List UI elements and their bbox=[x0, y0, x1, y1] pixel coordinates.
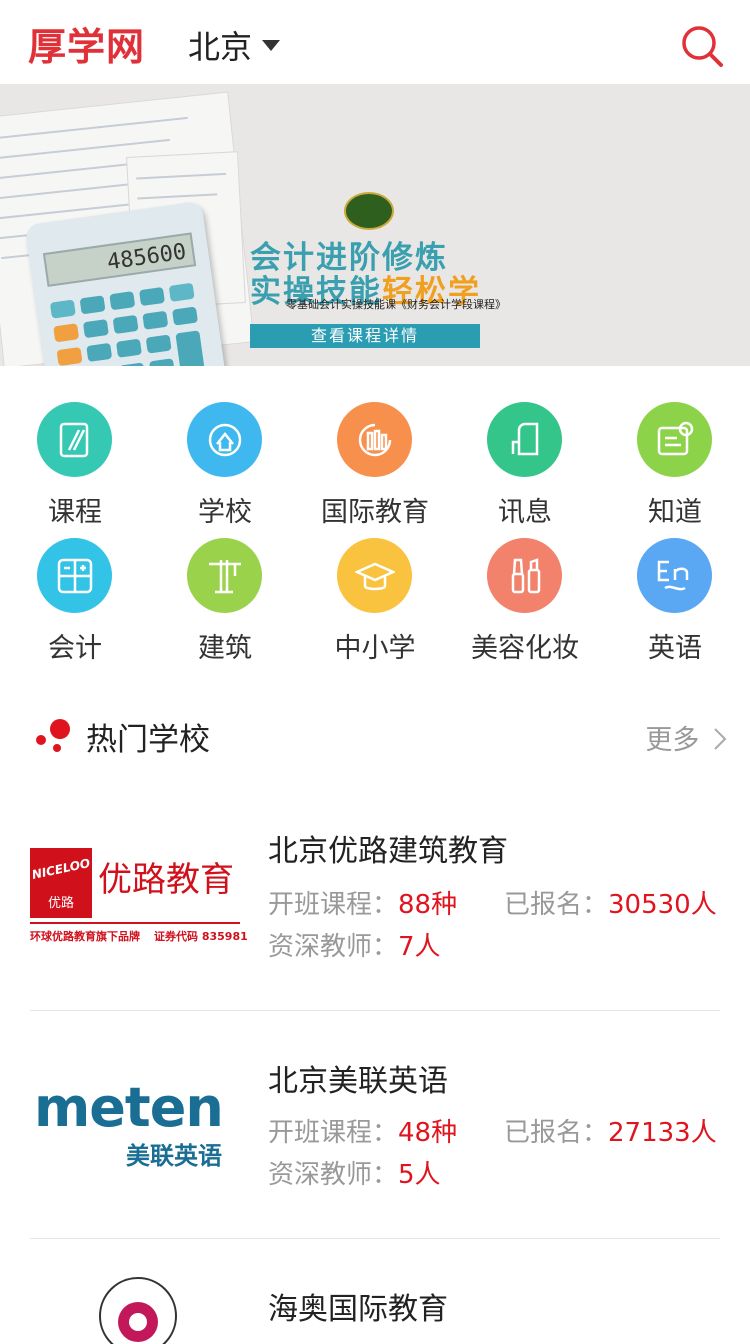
city-selector[interactable]: 北京 bbox=[188, 22, 252, 68]
enrolled-label: 已报名： bbox=[504, 890, 609, 920]
teachers-stat: 资深教师：7人 bbox=[268, 926, 441, 963]
category-beauty[interactable]: 美容化妆 bbox=[450, 538, 600, 668]
calculator-display: 485600 bbox=[42, 232, 197, 287]
enrolled-value: 27133人 bbox=[608, 1118, 717, 1148]
category-icon-bg bbox=[37, 538, 112, 613]
section-title: 热门学校 bbox=[86, 722, 210, 758]
school-icon bbox=[208, 423, 242, 457]
courses-label: 开班课程： bbox=[268, 1118, 399, 1148]
category-label: 国际教育 bbox=[321, 497, 429, 528]
hot-dots-icon bbox=[36, 719, 70, 752]
news-icon bbox=[511, 422, 539, 456]
enrolled-stat: 已报名：30530人 bbox=[504, 884, 717, 921]
teachers-stat: 资深教师：5人 bbox=[268, 1154, 441, 1191]
category-english[interactable]: 英语 bbox=[600, 538, 750, 668]
teachers-value: 7人 bbox=[398, 932, 441, 962]
enrolled-stat: 已报名：27133人 bbox=[504, 1112, 717, 1149]
niceloo-tagline: 环球优路教育旗下品牌 bbox=[30, 930, 140, 943]
graduation-cap-icon bbox=[355, 562, 395, 591]
view-course-details-button[interactable]: 查看课程详情 bbox=[250, 324, 480, 348]
niceloo-brand-cn: 优路 bbox=[47, 896, 74, 911]
category-architecture[interactable]: 建筑 bbox=[150, 538, 300, 668]
category-icon-bg bbox=[487, 402, 562, 477]
calculator-image: 485600 bbox=[24, 200, 234, 366]
category-icon-bg bbox=[37, 402, 112, 477]
category-label: 学校 bbox=[198, 497, 252, 528]
school-logo-meten: meten 美联英语 bbox=[30, 1076, 240, 1194]
category-icon-bg bbox=[637, 538, 712, 613]
niceloo-badge: NICELOO 优路 bbox=[30, 848, 92, 918]
courses-label: 开班课程： bbox=[268, 890, 399, 920]
teachers-label: 资深教师： bbox=[268, 1160, 399, 1190]
niceloo-logo-name: 优路教育 bbox=[98, 860, 234, 900]
category-news[interactable]: 讯息 bbox=[450, 402, 600, 532]
crane-icon bbox=[209, 560, 241, 594]
courses-value: 48种 bbox=[398, 1118, 458, 1148]
school-card[interactable]: NICELOO 优路 优路教育 环球优路教育旗下品牌 证券代码 835981 北… bbox=[30, 782, 720, 1011]
enrolled-value: 30530人 bbox=[608, 890, 717, 920]
courses-stat: 开班课程：48种 bbox=[268, 1112, 457, 1149]
calculator-icon bbox=[57, 558, 93, 594]
more-label: 更多 bbox=[645, 725, 700, 756]
category-k12[interactable]: 中小学 bbox=[300, 538, 450, 668]
meten-logo-name: 美联英语 bbox=[126, 1142, 222, 1170]
teachers-label: 资深教师： bbox=[268, 932, 399, 962]
book-icon bbox=[59, 422, 89, 458]
category-icon-bg bbox=[487, 538, 562, 613]
category-course[interactable]: 课程 bbox=[0, 402, 150, 532]
category-international[interactable]: 国际教育 bbox=[300, 402, 450, 532]
category-icon-bg bbox=[337, 402, 412, 477]
niceloo-brand-text: NICELOO bbox=[30, 856, 92, 882]
school-card[interactable]: meten 美联英语 北京美联英语 开班课程：48种 已报名：27133人 资深… bbox=[30, 1010, 720, 1239]
category-icon-bg bbox=[187, 402, 262, 477]
category-label: 知道 bbox=[648, 497, 702, 528]
site-logo[interactable]: 厚学网 bbox=[28, 16, 145, 71]
logo-divider bbox=[30, 922, 240, 924]
chevron-down-icon[interactable] bbox=[262, 40, 280, 51]
school-name: 北京优路建筑教育 bbox=[268, 834, 508, 869]
banner-subtitle: 零基础会计实操技能课《财务会计学段课程》 bbox=[286, 298, 506, 311]
courses-stat: 开班课程：88种 bbox=[268, 884, 457, 921]
banner-emblem-icon bbox=[344, 192, 394, 230]
meten-brand-text: meten bbox=[34, 1076, 224, 1139]
teachers-value: 5人 bbox=[398, 1160, 441, 1190]
qa-icon bbox=[657, 421, 694, 456]
niceloo-stock-code: 证券代码 835981 bbox=[154, 930, 248, 943]
cosmetics-icon bbox=[511, 558, 541, 594]
category-label: 课程 bbox=[48, 497, 102, 528]
school-card[interactable]: 海奥国际教育 bbox=[30, 1238, 720, 1344]
courses-value: 88种 bbox=[398, 890, 458, 920]
english-icon bbox=[657, 560, 689, 591]
category-icon-bg bbox=[187, 538, 262, 613]
category-label: 英语 bbox=[648, 633, 702, 664]
hot-schools-header: 热门学校 更多 bbox=[0, 700, 750, 770]
school-logo-niceloo: NICELOO 优路 优路教育 环球优路教育旗下品牌 证券代码 835981 bbox=[30, 844, 248, 954]
category-qa[interactable]: 知道 bbox=[600, 402, 750, 532]
category-icon-bg bbox=[337, 538, 412, 613]
school-name: 海奥国际教育 bbox=[268, 1292, 448, 1327]
app-header: 厚学网 北京 bbox=[0, 0, 750, 84]
more-link[interactable]: 更多 bbox=[645, 718, 728, 757]
globe-icon bbox=[358, 423, 392, 457]
search-icon[interactable] bbox=[680, 24, 724, 68]
enrolled-label: 已报名： bbox=[504, 1118, 609, 1148]
category-label: 会计 bbox=[48, 633, 102, 664]
category-accounting[interactable]: 会计 bbox=[0, 538, 150, 668]
category-label: 讯息 bbox=[498, 497, 552, 528]
category-label: 建筑 bbox=[198, 633, 252, 664]
category-icon-bg bbox=[637, 402, 712, 477]
category-grid: 课程 学校 国际教育 讯息 知道 会计 建筑 中小学 美容化妆 英语 bbox=[0, 366, 750, 676]
category-label: 中小学 bbox=[334, 633, 416, 664]
chevron-right-icon bbox=[714, 728, 727, 750]
promo-banner[interactable]: 485600 会计进阶修炼 实操技能轻松学 零基础会计实操技能课《财务会计学段课… bbox=[0, 84, 750, 366]
category-label: 美容化妆 bbox=[471, 633, 579, 664]
category-school[interactable]: 学校 bbox=[150, 402, 300, 532]
school-name: 北京美联英语 bbox=[268, 1064, 448, 1099]
